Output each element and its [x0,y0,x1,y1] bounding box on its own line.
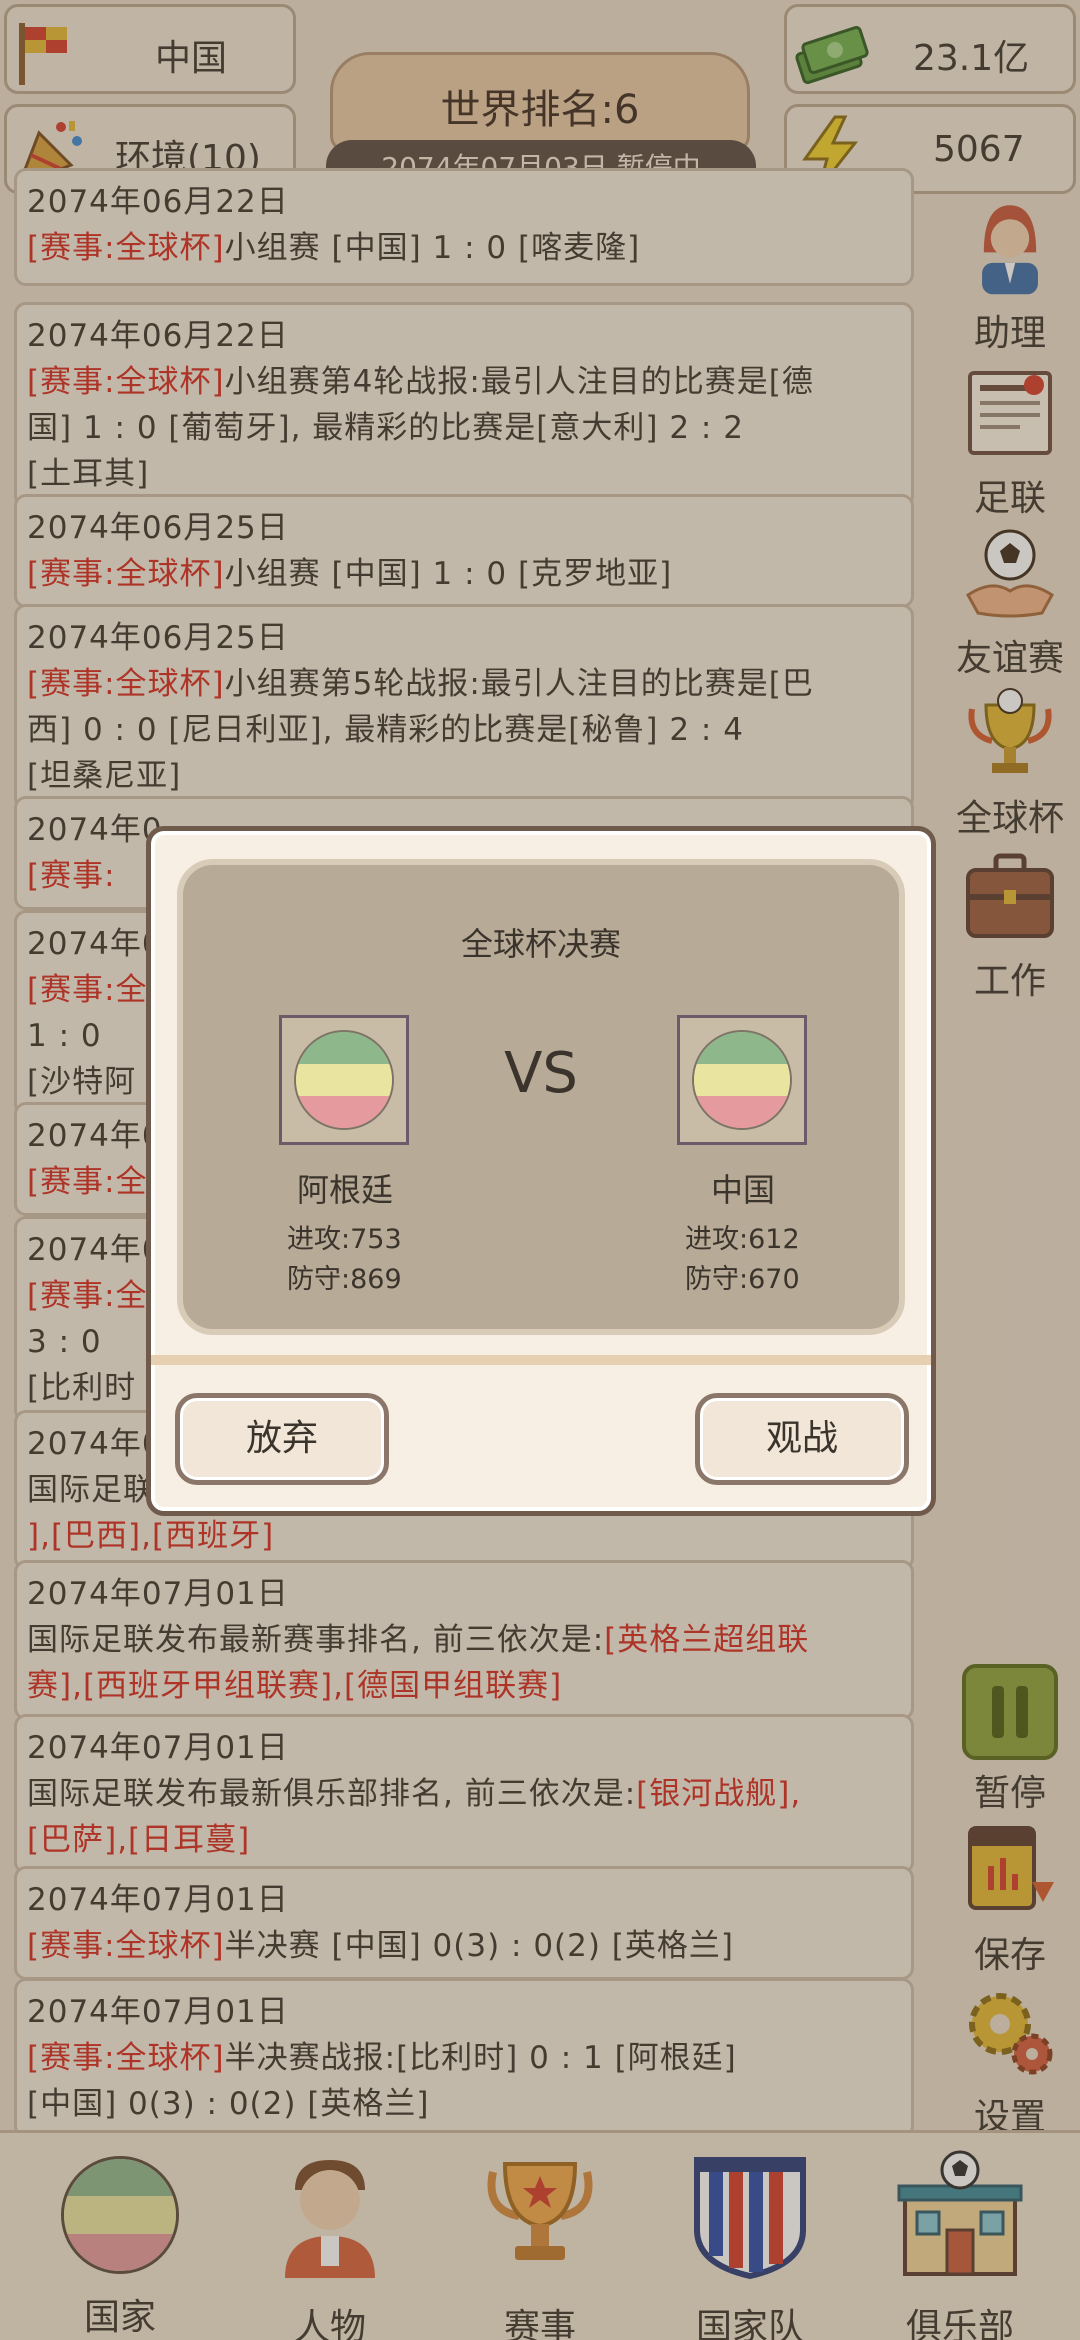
china-flag-icon [692,1030,792,1130]
dialog-title: 全球杯决赛 [460,925,621,963]
away-team-flag [677,1015,807,1145]
away-team-defense: 防守:670 [685,1264,800,1295]
match-panel: 全球杯决赛 阿根廷 进攻:753 防守:869 VS 中国 进攻:612 防守:… [177,859,905,1335]
home-team-name: 阿根廷 [296,1171,393,1209]
watch-button[interactable]: 观战 [695,1393,909,1485]
give-up-button[interactable]: 放弃 [175,1393,389,1485]
final-match-dialog: 全球杯决赛 阿根廷 进攻:753 防守:869 VS 中国 进攻:612 防守:… [146,826,936,1516]
home-team-attack: 进攻:753 [287,1224,402,1255]
dialog-divider [151,1355,931,1365]
home-team-defense: 防守:869 [287,1264,402,1295]
away-team-name: 中国 [710,1171,775,1209]
away-team-attack: 进攻:612 [685,1224,800,1255]
